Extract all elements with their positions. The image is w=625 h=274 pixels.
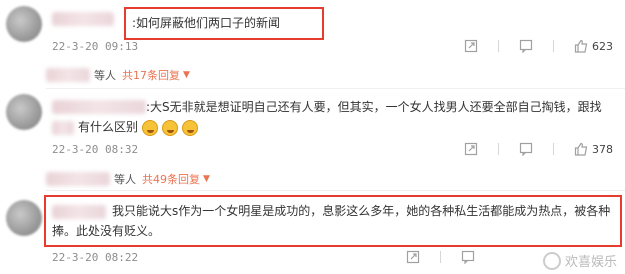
share-icon[interactable] [406, 250, 420, 264]
redacted-text [52, 120, 74, 135]
comment-text: :大S无非就是想证明自己还有人要，但其实，一个女人找男人还要全部自己掏钱，跟找 [146, 100, 602, 114]
comment-icon[interactable] [461, 250, 475, 265]
comment-actions: 378 [444, 142, 613, 157]
chevron-down-icon: ▼ [183, 70, 190, 80]
avatar[interactable] [6, 6, 42, 42]
comment-time: 22-3-20 09:13 [52, 40, 139, 53]
watermark-logo-icon [542, 251, 561, 270]
more-replies-link[interactable]: 共17条回复 [122, 67, 180, 83]
reply-prefix: 等人 [94, 69, 116, 82]
divider [553, 40, 554, 52]
divider [553, 143, 554, 155]
username-blurred[interactable] [52, 100, 146, 114]
comment-text: 我只能说大s作为一个女明星是成功的，息影这么多年，她的各种私生活都能成为热点，被… [112, 204, 611, 218]
watermark: 欢喜娱乐 [542, 251, 617, 270]
watermark-text: 欢喜娱乐 [564, 255, 617, 270]
thumbs-up-icon[interactable] [574, 39, 588, 53]
emoji-icon [162, 119, 179, 136]
comment-actions: 623 [444, 39, 613, 54]
reply-summary[interactable]: 等人 共49条回复 ▼ [46, 171, 210, 187]
emoji-icon [182, 119, 199, 136]
more-replies-link[interactable]: 共49条回复 [142, 171, 200, 187]
divider [498, 143, 499, 155]
comment-time: 22-3-20 08:22 [52, 251, 139, 264]
divider [46, 190, 625, 191]
avatar[interactable] [6, 94, 42, 130]
comment-icon[interactable] [519, 39, 533, 54]
username-blurred[interactable] [52, 205, 106, 219]
share-icon[interactable] [464, 142, 478, 156]
avatar[interactable] [6, 200, 42, 236]
comment-actions [386, 250, 475, 265]
reply-users-blurred [46, 172, 110, 186]
emoji-icon [142, 119, 159, 136]
divider [498, 40, 499, 52]
share-icon[interactable] [464, 39, 478, 53]
comment-icon[interactable] [519, 142, 533, 157]
divider [46, 88, 625, 89]
comment-text: :如何屏蔽他们两口子的新闻 [132, 16, 281, 30]
thumbs-up-icon[interactable] [574, 142, 588, 156]
reply-summary[interactable]: 等人 共17条回复 ▼ [46, 67, 190, 83]
reply-prefix: 等人 [114, 173, 136, 186]
divider [440, 251, 441, 263]
comment-text-line2: 有什么区别 [52, 117, 199, 137]
chevron-down-icon: ▼ [203, 174, 210, 184]
like-count: 623 [592, 39, 613, 53]
like-count: 378 [592, 142, 613, 156]
comment-time: 22-3-20 08:32 [52, 143, 139, 156]
username-blurred[interactable] [52, 12, 114, 26]
comment-text-line2: 捧。此处没有贬义。 [52, 224, 161, 238]
reply-users-blurred [46, 68, 90, 82]
